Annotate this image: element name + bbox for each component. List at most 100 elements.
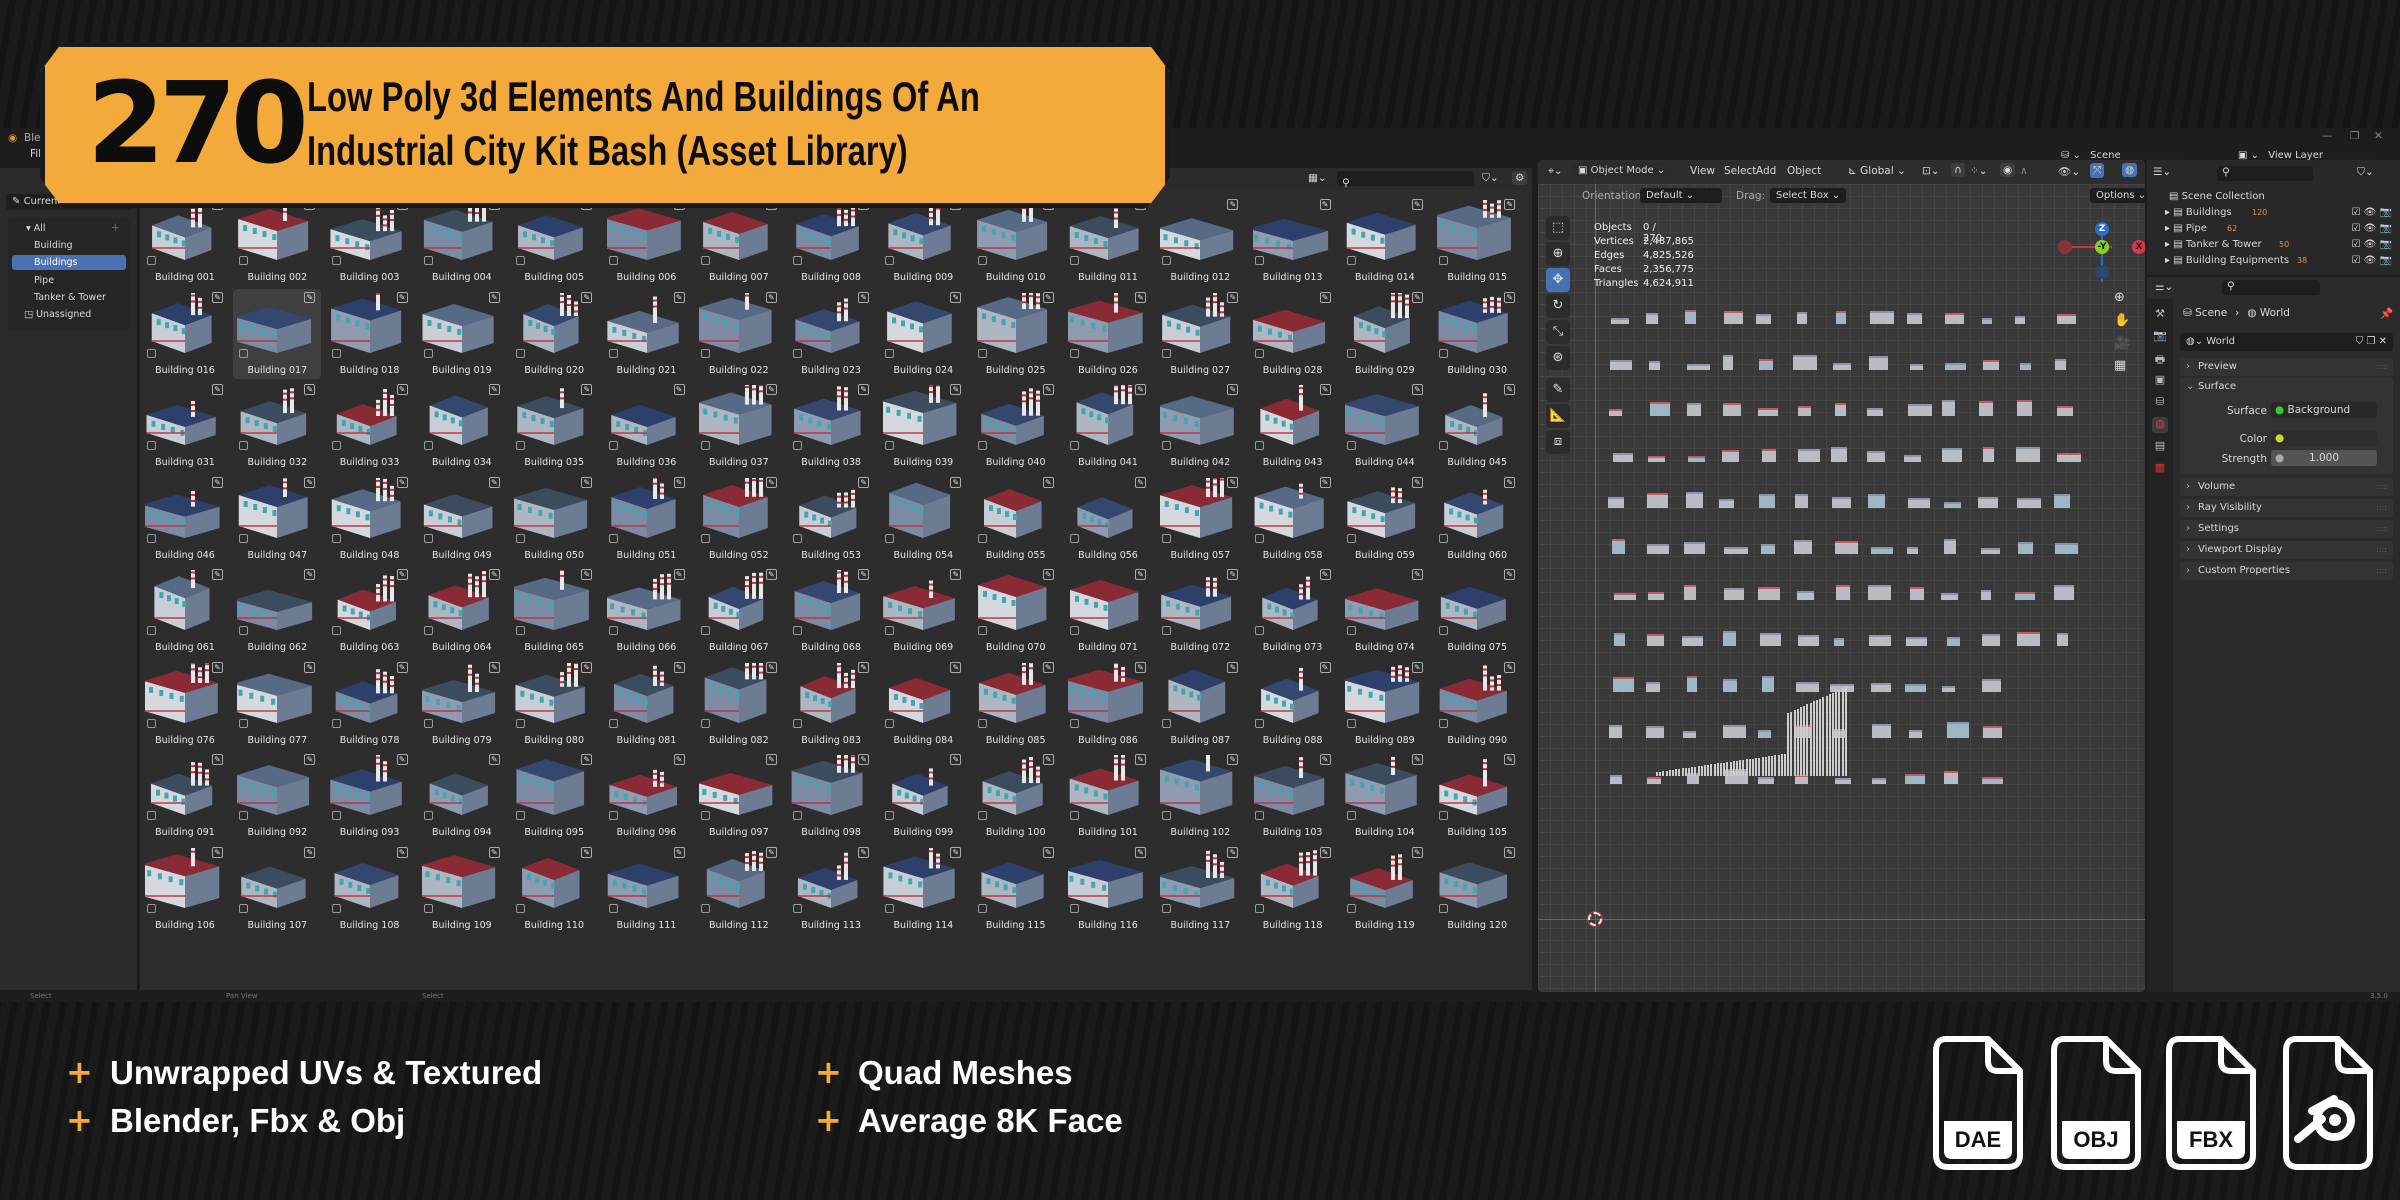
viewport-object[interactable] [1757,776,1775,784]
viewport-object[interactable] [1795,681,1820,692]
viewport-object[interactable] [1684,541,1705,554]
tool-tab-icon[interactable]: ⚒ [2152,307,2168,323]
asset-item[interactable]: ✎ Building 109 [418,844,506,934]
menu-object[interactable]: Object [1787,165,1821,177]
edit-asset-icon[interactable]: ✎ [1504,476,1516,488]
edit-asset-icon[interactable]: ✎ [581,569,593,580]
asset-item[interactable]: ✎ Building 044 [1341,381,1429,471]
viewport-object[interactable] [1982,725,2003,738]
viewport-object[interactable] [1739,760,1742,776]
asset-checkbox[interactable] [516,441,526,450]
asset-checkbox[interactable] [1254,903,1264,913]
asset-item[interactable]: ✎ Building 049 [418,474,506,564]
viewport-object[interactable] [1724,588,1744,600]
asset-item[interactable]: ✎ Building 095 [510,751,598,841]
viewport-object[interactable] [1685,492,1703,508]
viewport-object[interactable] [1871,547,1893,554]
asset-checkbox[interactable] [1162,441,1172,450]
asset-checkbox[interactable] [239,256,249,265]
viewport-object[interactable] [1794,493,1808,508]
asset-item[interactable]: ✎ Building 086 [1064,659,1152,749]
asset-item[interactable]: ✎ Building 041 [1064,381,1152,471]
edit-asset-icon[interactable]: ✎ [950,754,962,765]
asset-item[interactable]: ✎ Building 032 [233,381,321,471]
asset-checkbox[interactable] [239,348,249,358]
asset-item[interactable]: ✎ Building 075 [1433,566,1521,656]
viewport-object[interactable] [1771,755,1774,776]
outliner-filter-icon[interactable]: ⛉⌄ [2357,166,2374,179]
asset-item[interactable]: ✎ Building 120 [1433,844,1521,934]
asset-checkbox[interactable] [1162,718,1172,728]
gizmo-neg-x-axis[interactable] [2058,240,2072,254]
edit-asset-icon[interactable]: ✎ [858,291,870,303]
edit-asset-icon[interactable]: ✎ [1042,569,1054,580]
asset-checkbox[interactable] [1254,256,1264,265]
asset-checkbox[interactable] [608,903,618,913]
viewport-object[interactable] [1732,761,1735,776]
viewport-object[interactable] [2020,362,2031,370]
viewport-object[interactable] [1697,766,1700,776]
asset-checkbox[interactable] [793,811,803,820]
edit-asset-icon[interactable]: ✎ [1319,476,1331,488]
asset-item[interactable]: ✎ Building 085 [972,659,1060,749]
asset-checkbox[interactable] [516,256,526,265]
asset-checkbox[interactable] [1439,811,1449,820]
viewport-object[interactable] [1834,403,1847,416]
asset-item[interactable]: ✎ Building 059 [1341,474,1429,564]
asset-item[interactable]: ✎ Building 029 [1341,289,1429,379]
asset-item[interactable]: ✎ Building 115 [972,844,1060,934]
asset-checkbox[interactable] [977,256,987,265]
asset-item[interactable]: ✎ Building 066 [603,566,691,656]
asset-item[interactable]: ✎Building 008 [787,196,875,286]
asset-checkbox[interactable] [608,533,618,543]
asset-checkbox[interactable] [1439,348,1449,358]
asset-item[interactable]: ✎ Building 080 [510,659,598,749]
edit-asset-icon[interactable]: ✎ [765,661,777,673]
viewport-object[interactable] [1825,695,1828,776]
asset-checkbox[interactable] [423,256,433,265]
asset-checkbox[interactable] [1162,533,1172,543]
asset-checkbox[interactable] [1070,718,1079,728]
viewport-object[interactable] [1704,765,1706,776]
viewport-object[interactable] [1793,355,1817,370]
edit-asset-icon[interactable]: ✎ [1504,291,1516,303]
panel-custom-properties[interactable]: › Custom Properties:::: [2180,562,2393,580]
asset-checkbox[interactable] [331,533,341,543]
viewport-object[interactable] [2057,406,2074,416]
asset-checkbox[interactable] [1162,256,1172,265]
asset-item[interactable]: ✎ Building 100 [972,751,1060,841]
edit-asset-icon[interactable]: ✎ [1227,846,1239,858]
viewport-object[interactable] [1907,497,1931,508]
edit-asset-icon[interactable]: ✎ [488,846,500,858]
pivot-icon[interactable]: ⊡⌄ [1922,165,1940,177]
viewport-object[interactable] [1758,757,1761,776]
mode-selector[interactable]: ▣ Object Mode ⌄ [1572,163,1672,178]
asset-item[interactable]: ✎Building 003 [326,196,414,286]
viewport-object[interactable] [2015,591,2035,600]
viewport-object[interactable] [1758,358,1774,370]
asset-item[interactable]: ✎Building 001 [141,196,229,286]
asset-checkbox[interactable] [1070,811,1079,820]
asset-item[interactable]: ✎ Building 107 [233,844,321,934]
edit-asset-icon[interactable]: ✎ [1319,291,1331,303]
viewport-object[interactable] [1981,634,2001,646]
pin-icon[interactable]: 📌 [2380,307,2393,320]
asset-item[interactable]: ✎ Building 017 [233,288,322,379]
rotate-tool-icon[interactable]: ↻ [1546,294,1570,318]
viewport-object[interactable] [1790,711,1793,776]
asset-checkbox[interactable] [1070,348,1079,358]
viewport-object[interactable] [1610,359,1633,370]
edit-asset-icon[interactable]: ✎ [1504,199,1516,210]
viewport-object[interactable] [1684,767,1687,776]
asset-checkbox[interactable] [239,626,249,635]
asset-checkbox[interactable] [1439,256,1449,265]
viewport-object[interactable] [1787,712,1790,776]
visibility-icon[interactable]: 👁⌄ [2058,165,2080,178]
asset-item[interactable]: ✎ Building 081 [603,659,691,749]
viewport-object[interactable] [1833,637,1845,646]
viewport-object[interactable] [1761,676,1774,692]
asset-checkbox[interactable] [977,533,987,543]
row-toggles[interactable]: ☑ 👁 📷 [2352,253,2392,269]
viewport-object[interactable] [1907,546,1918,554]
asset-checkbox[interactable] [423,348,433,358]
